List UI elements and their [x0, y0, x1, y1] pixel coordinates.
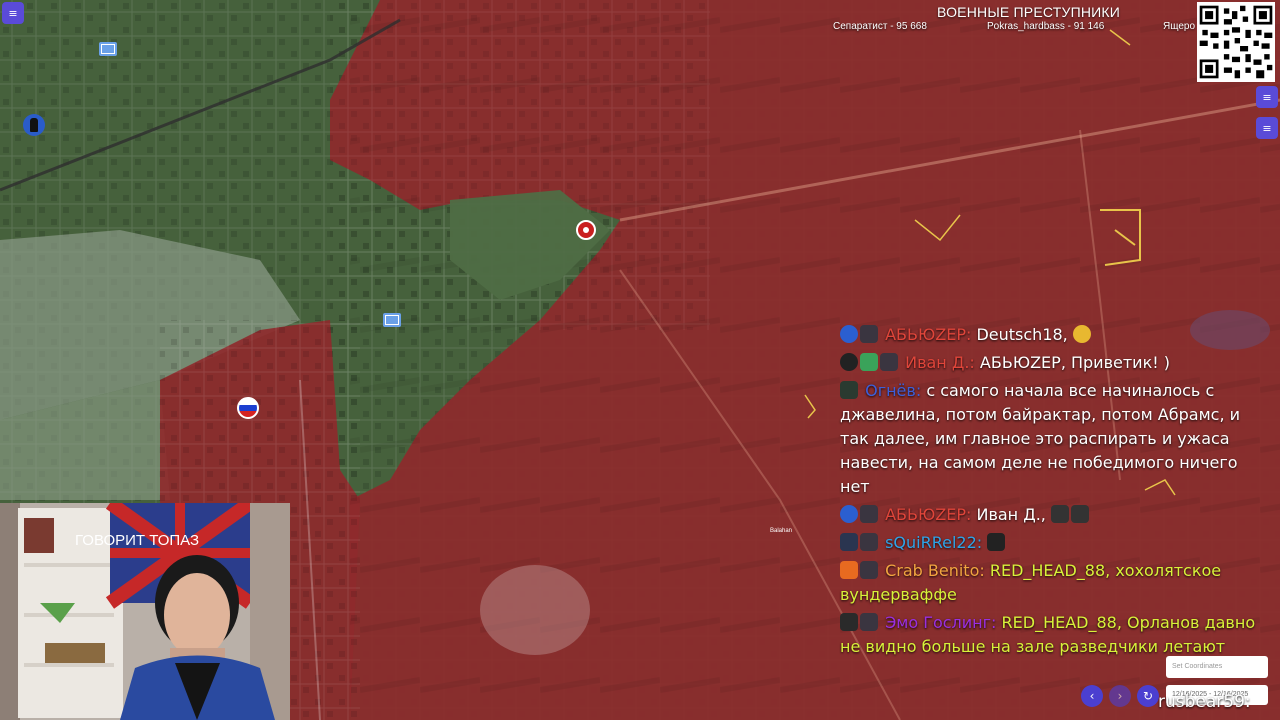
- qr-code: [1197, 2, 1275, 82]
- avatar-icon: [840, 613, 858, 631]
- emote-icon: [987, 533, 1006, 551]
- avatar-icon: [840, 381, 858, 399]
- avatar-icon: [840, 533, 858, 551]
- chat-username[interactable]: sQuiRRel22:: [885, 533, 982, 552]
- refresh-button[interactable]: ↻: [1137, 685, 1159, 707]
- chat-username[interactable]: Огнёв:: [865, 381, 921, 400]
- map-place-label: Balahan: [770, 528, 792, 534]
- header-stat-2: Pokras_hardbass - 91 146: [987, 21, 1105, 32]
- emote-icon: [1050, 505, 1069, 523]
- russia-flag-marker[interactable]: [237, 397, 259, 419]
- chat-message: Огнёв: с самого начала все начиналось с …: [840, 379, 1270, 499]
- avatar-icon: [860, 325, 878, 343]
- ukraine-unit-marker[interactable]: [23, 114, 45, 136]
- prev-button[interactable]: ‹: [1081, 685, 1103, 707]
- chat-username[interactable]: Иван Д.:: [905, 353, 975, 372]
- list-icon: ≡: [1262, 121, 1272, 135]
- header-stat-3: Ящеро: [1163, 21, 1196, 32]
- emote-icon: [1070, 505, 1089, 523]
- chat-message: Crab Benito: RED_HEAD_88, хохолятское ву…: [840, 559, 1270, 607]
- layers-button[interactable]: ≡: [1256, 86, 1278, 108]
- blue-circle-icon: [840, 325, 858, 343]
- chat-message: sQuiRRel22:: [840, 531, 1270, 555]
- chat-message: Иван Д.: АБЬЮZЕР, Приветик! ): [840, 351, 1270, 375]
- streamer-watermark: rusbear59:: [1158, 692, 1251, 712]
- soldier-icon: [30, 118, 38, 132]
- pin-icon: [583, 227, 589, 233]
- coordinates-input[interactable]: Set Coordinates: [1166, 656, 1268, 678]
- chat-text: Deutsch18,: [976, 325, 1068, 344]
- menu-icon: ≡: [8, 6, 18, 20]
- header-title: ВОЕННЫЕ ПРЕСТУПНИКИ: [937, 4, 1121, 20]
- chat-message: Эмо Гослинг: RED_HEAD_88, Орланов давно …: [840, 611, 1270, 659]
- chat-username[interactable]: Crab Benito:: [885, 561, 985, 580]
- avatar-icon: [880, 353, 898, 371]
- avatar-icon: [860, 533, 878, 551]
- list-button[interactable]: ≡: [1256, 117, 1278, 139]
- chevron-left-icon: ‹: [1089, 689, 1095, 703]
- webcam-sign: ГОВОРИТ ТОПАЗ: [75, 532, 199, 549]
- envelope-icon: [101, 44, 115, 54]
- chat-panel: АБЬЮZЕР: Deutsch18, Иван Д.: АБЬЮZЕР, Пр…: [840, 323, 1270, 659]
- webcam-overlay: ГОВОРИТ ТОПАЗ: [0, 503, 290, 720]
- refresh-icon: ↻: [1142, 689, 1154, 703]
- chevron-right-icon: ›: [1117, 689, 1123, 703]
- avatar-icon: [860, 505, 878, 523]
- menu-button[interactable]: ≡: [2, 2, 24, 24]
- webcam-scene: ГОВОРИТ ТОПАЗ: [0, 503, 290, 720]
- chat-username[interactable]: АБЬЮZЕР:: [885, 505, 971, 524]
- handshake-icon: [1072, 325, 1091, 343]
- avatar-icon: [860, 613, 878, 631]
- unit-symbol-marker[interactable]: [383, 313, 401, 327]
- header-stat-1: Сепаратист - 95 668: [833, 21, 927, 32]
- chat-username[interactable]: АБЬЮZЕР:: [885, 325, 971, 344]
- envelope-marker[interactable]: [99, 42, 117, 56]
- next-button[interactable]: ›: [1109, 685, 1131, 707]
- chat-message: АБЬЮZЕР: Deutsch18,: [840, 323, 1270, 347]
- shield-icon: [860, 353, 878, 371]
- location-pin-marker[interactable]: [576, 220, 596, 240]
- chat-text: АБЬЮZЕР, Приветик! ): [979, 353, 1170, 372]
- blue-circle-icon: [840, 505, 858, 523]
- unit-symbol-icon: [385, 315, 399, 325]
- chat-text: Иван Д.,: [976, 505, 1046, 524]
- avatar-icon: [860, 561, 878, 579]
- avatar-icon: [840, 353, 858, 371]
- chat-message: АБЬЮZЕР: Иван Д.,: [840, 503, 1270, 527]
- flame-icon: [840, 561, 858, 579]
- chat-username[interactable]: Эмо Гослинг:: [885, 613, 996, 632]
- layers-icon: ≡: [1262, 90, 1272, 104]
